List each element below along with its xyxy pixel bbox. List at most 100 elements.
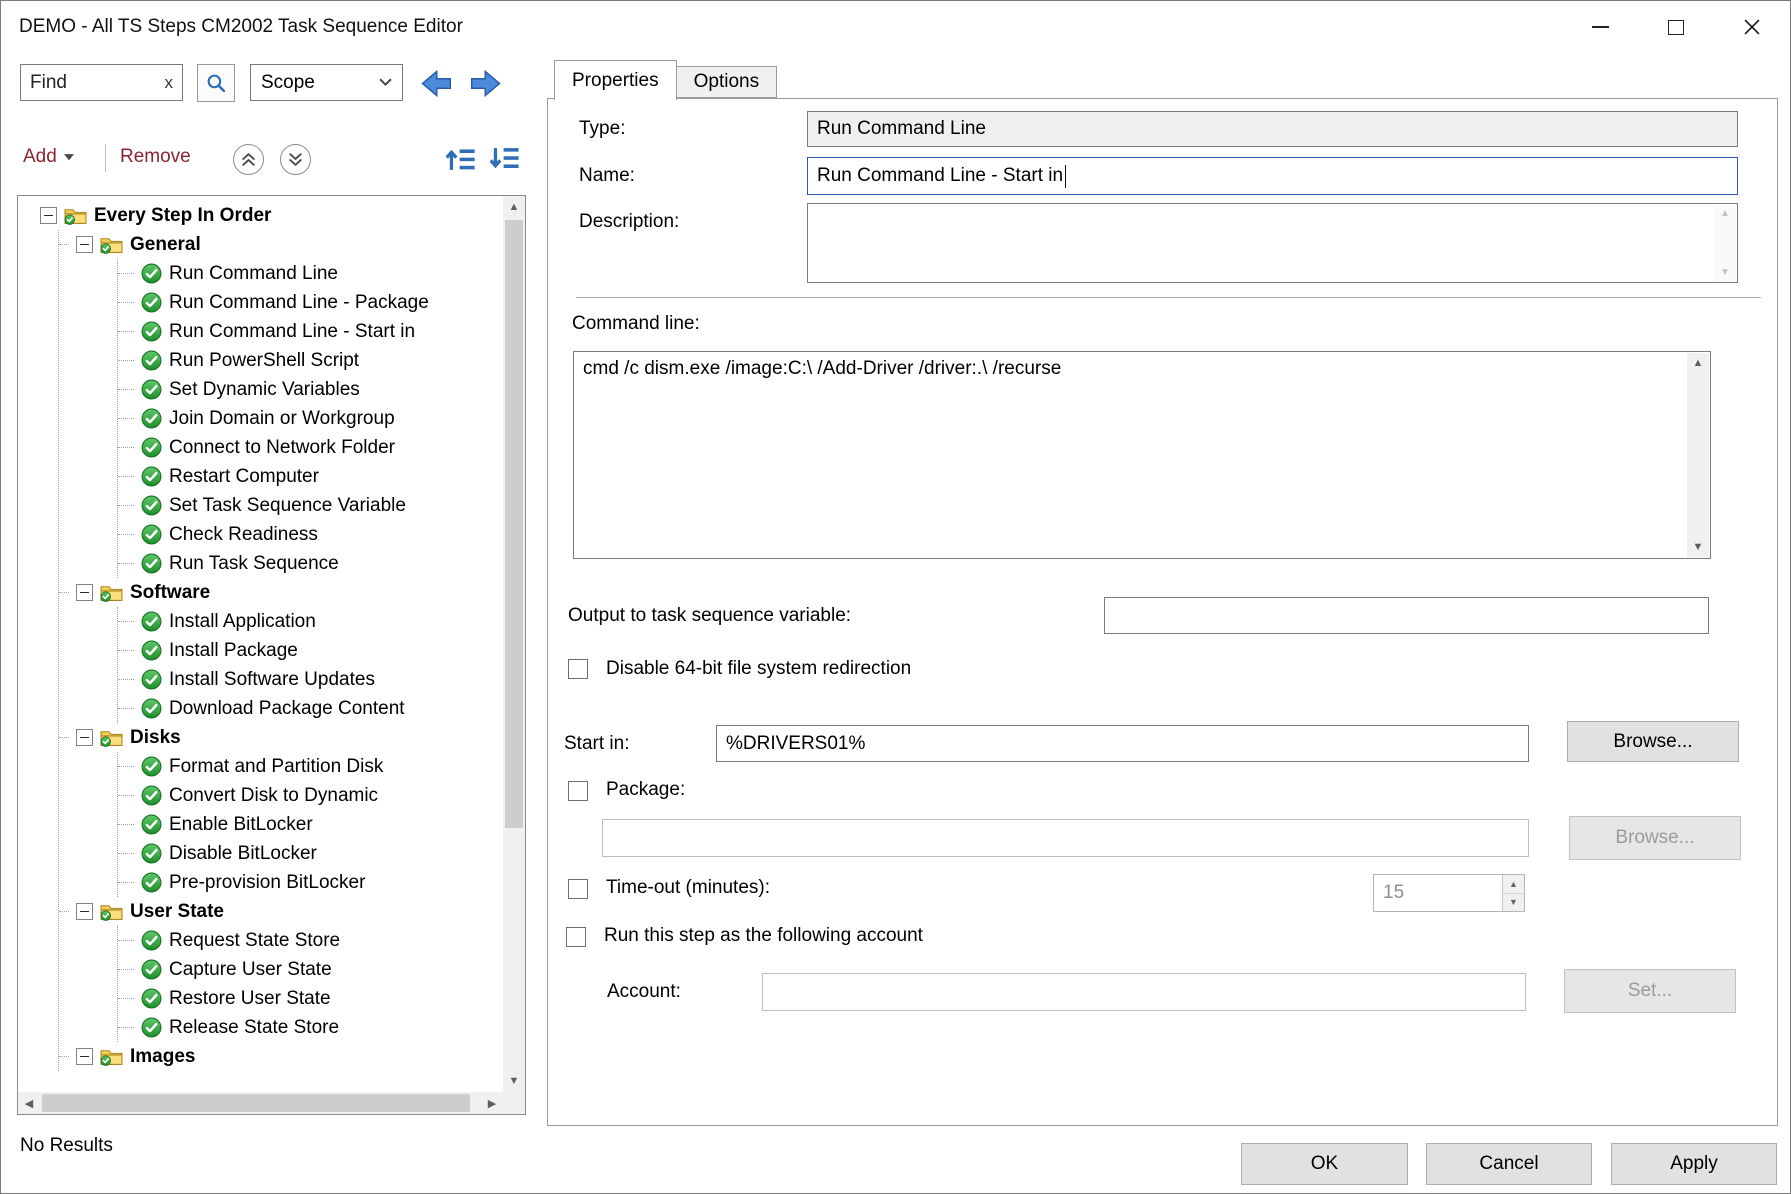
double-chevron-down-icon (286, 150, 305, 169)
tree-item[interactable]: Capture User State (118, 955, 503, 984)
find-previous-button[interactable] (417, 65, 455, 101)
chevron-down-icon (379, 78, 392, 87)
tree-group-item[interactable]: General (59, 230, 503, 259)
tree-item[interactable]: Download Package Content (118, 694, 503, 723)
properties-panel: Type: Run Command Line Name: Run Command… (547, 98, 1778, 1126)
start-in-label: Start in: (564, 733, 629, 755)
tree-item[interactable]: Connect to Network Folder (118, 433, 503, 462)
tree-root-item[interactable]: Every Step In Order (28, 201, 503, 230)
tree-group-item[interactable]: Images (59, 1042, 503, 1071)
collapse-toggle-icon[interactable] (76, 1048, 93, 1065)
remove-button[interactable]: Remove (120, 146, 191, 168)
tree-horizontal-scrollbar[interactable]: ◀ ▶ (18, 1092, 503, 1114)
tree-item[interactable]: Check Readiness (118, 520, 503, 549)
search-button[interactable] (197, 64, 235, 102)
collapse-toggle-icon[interactable] (76, 729, 93, 746)
collapse-toggle-icon[interactable] (76, 584, 93, 601)
maximize-button[interactable] (1638, 1, 1714, 53)
vertical-scrollbar-thumb[interactable] (505, 220, 523, 828)
output-variable-field[interactable] (1104, 597, 1709, 634)
tree-item[interactable]: Run PowerShell Script (118, 346, 503, 375)
run-as-account-label: Run this step as the following account (604, 925, 923, 947)
tree-item[interactable]: Join Domain or Workgroup (118, 404, 503, 433)
tree-item[interactable]: Run Command Line (118, 259, 503, 288)
tree-item[interactable]: Run Task Sequence (118, 549, 503, 578)
tree-group-item[interactable]: Disks (59, 723, 503, 752)
disable-64bit-checkbox[interactable] (568, 659, 588, 679)
tree-toolbar: Add Remove (1, 138, 526, 180)
cancel-button[interactable]: Cancel (1426, 1143, 1592, 1185)
minimize-button[interactable] (1562, 1, 1638, 53)
collapse-toggle-icon[interactable] (76, 236, 93, 253)
tree-group-item[interactable]: User State (59, 897, 503, 926)
scroll-right-arrow[interactable]: ▶ (481, 1092, 503, 1114)
tree-group-disks: Disks Format and Partition Disk Convert … (59, 723, 503, 897)
tree-item[interactable]: Pre-provision BitLocker (118, 868, 503, 897)
start-in-field[interactable]: %DRIVERS01% (716, 725, 1529, 762)
find-clear-button[interactable]: x (165, 73, 174, 93)
move-step-down-button[interactable] (280, 144, 311, 175)
step-check-icon (141, 466, 162, 487)
scope-dropdown[interactable]: Scope (250, 64, 403, 101)
tree-item-selected[interactable]: Run Command Line - Start in (118, 317, 503, 346)
tree-item[interactable]: Request State Store (118, 926, 503, 955)
step-check-icon (141, 640, 162, 661)
tab-properties[interactable]: Properties (554, 60, 677, 100)
expand-all-button[interactable] (488, 143, 522, 175)
step-check-icon (141, 756, 162, 777)
add-button-label: Add (23, 146, 57, 168)
move-step-up-button[interactable] (233, 144, 264, 175)
name-field[interactable]: Run Command Line - Start in (807, 157, 1738, 195)
tree-item[interactable]: Release State Store (118, 1013, 503, 1042)
step-check-icon (141, 350, 162, 371)
description-label: Description: (579, 211, 679, 233)
tree-item[interactable]: Set Task Sequence Variable (118, 491, 503, 520)
description-scrollbar[interactable]: ▲ ▼ (1714, 205, 1736, 281)
find-input[interactable]: Find x (20, 64, 183, 101)
tree-item[interactable]: Format and Partition Disk (118, 752, 503, 781)
spinner-up-icon[interactable]: ▲ (1503, 875, 1524, 894)
tree-item[interactable]: Enable BitLocker (118, 810, 503, 839)
tree-item[interactable]: Disable BitLocker (118, 839, 503, 868)
command-line-scrollbar[interactable]: ▲ ▼ (1687, 353, 1709, 557)
timeout-checkbox[interactable] (568, 879, 588, 899)
scroll-up-arrow[interactable]: ▲ (503, 196, 525, 218)
search-status: No Results (20, 1135, 113, 1157)
tree-item[interactable]: Install Package (118, 636, 503, 665)
collapse-toggle-icon[interactable] (76, 903, 93, 920)
folder-check-icon (100, 583, 123, 602)
collapse-toggle-icon[interactable] (40, 207, 57, 224)
tree-item[interactable]: Restart Computer (118, 462, 503, 491)
tree-group-item[interactable]: Software (59, 578, 503, 607)
tree-item[interactable]: Convert Disk to Dynamic (118, 781, 503, 810)
find-next-button[interactable] (467, 65, 505, 101)
tree-item[interactable]: Restore User State (118, 984, 503, 1013)
step-check-icon (141, 843, 162, 864)
tree-item[interactable]: Run Command Line - Package (118, 288, 503, 317)
tree-group-software: Software Install Application Install Pac… (59, 578, 503, 723)
add-button[interactable]: Add (23, 146, 74, 168)
run-as-account-checkbox[interactable] (566, 927, 586, 947)
step-check-icon (141, 437, 162, 458)
command-line-field[interactable]: cmd /c dism.exe /image:C:\ /Add-Driver /… (573, 351, 1711, 559)
scroll-down-arrow[interactable]: ▼ (503, 1070, 525, 1092)
scroll-left-arrow[interactable]: ◀ (18, 1092, 40, 1114)
tab-options[interactable]: Options (677, 66, 777, 98)
close-button[interactable] (1714, 1, 1790, 53)
step-check-icon (141, 930, 162, 951)
apply-button[interactable]: Apply (1611, 1143, 1777, 1185)
spinner-down-icon[interactable]: ▼ (1503, 894, 1524, 912)
horizontal-scrollbar-thumb[interactable] (42, 1094, 470, 1112)
command-line-label: Command line: (572, 313, 700, 335)
description-field[interactable]: ▲ ▼ (807, 203, 1738, 283)
package-checkbox[interactable] (568, 781, 588, 801)
spinner-buttons: ▲ ▼ (1502, 875, 1524, 911)
section-divider (576, 297, 1761, 298)
tree-item[interactable]: Install Application (118, 607, 503, 636)
collapse-all-button[interactable] (444, 143, 478, 175)
browse-start-in-button[interactable]: Browse... (1567, 721, 1739, 762)
tree-item[interactable]: Set Dynamic Variables (118, 375, 503, 404)
tree-vertical-scrollbar[interactable]: ▲ ▼ (503, 196, 525, 1092)
tree-item[interactable]: Install Software Updates (118, 665, 503, 694)
ok-button[interactable]: OK (1241, 1143, 1408, 1185)
